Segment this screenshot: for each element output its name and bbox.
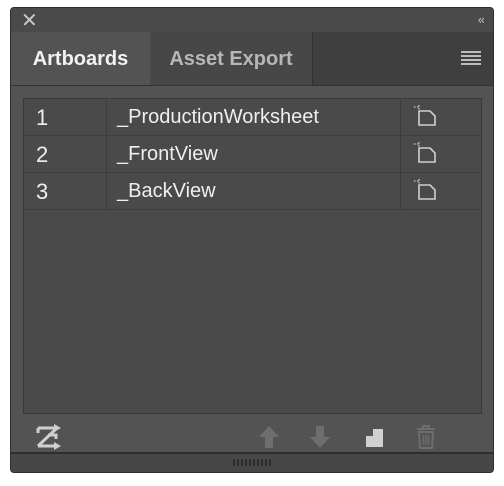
resize-grip[interactable] <box>233 459 271 466</box>
artboard-number: 3 <box>36 179 49 204</box>
collapse-chevrons-icon[interactable]: ‹‹ <box>477 10 484 30</box>
hamburger-menu-icon[interactable] <box>461 51 481 65</box>
tab-artboards[interactable]: Artboards <box>11 32 150 85</box>
artboard-options-icon[interactable] <box>413 105 439 132</box>
artboard-list: 1 _ProductionWorksheet 2 _FrontView 3 _B… <box>23 98 482 414</box>
panel-footer <box>11 416 493 456</box>
close-icon[interactable]: ✕ <box>21 9 38 31</box>
artboard-name[interactable]: _ProductionWorksheet <box>117 99 319 136</box>
panel-titlebar: ✕ ‹‹ <box>11 8 493 32</box>
artboard-name[interactable]: _FrontView <box>117 136 218 173</box>
panel-resize-bar <box>11 452 493 472</box>
artboard-number: 1 <box>36 105 49 130</box>
move-down-icon[interactable] <box>308 424 332 455</box>
artboard-options-icon[interactable] <box>413 179 439 206</box>
artboard-row[interactable]: 3 _BackView <box>24 173 481 210</box>
delete-artboard-icon[interactable] <box>414 424 438 455</box>
artboard-options-icon[interactable] <box>413 142 439 169</box>
artboard-number: 2 <box>36 142 49 167</box>
move-up-icon[interactable] <box>257 424 281 455</box>
artboard-row[interactable]: 2 _FrontView <box>24 136 481 173</box>
artboard-row[interactable]: 1 _ProductionWorksheet <box>24 99 481 136</box>
new-artboard-icon[interactable] <box>363 424 387 455</box>
artboards-panel: ✕ ‹‹ Artboards Asset Export 1 _Productio… <box>10 7 494 473</box>
tab-asset-export[interactable]: Asset Export <box>150 32 313 85</box>
tab-bar: Artboards Asset Export <box>11 32 493 86</box>
artboard-name[interactable]: _BackView <box>117 173 216 210</box>
